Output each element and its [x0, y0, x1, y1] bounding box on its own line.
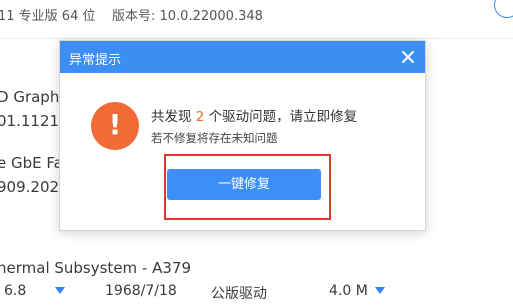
exclamation-icon: ! [91, 102, 139, 150]
divider [0, 38, 513, 39]
os-version-text: 版本号: 10.0.22000.348 [112, 9, 263, 24]
os-edition-text: 11 专业版 64 位 [0, 9, 96, 24]
driver-size: 4.0 M [329, 283, 368, 299]
version-dropdown-icon[interactable] [55, 287, 65, 294]
size-dropdown-icon[interactable] [375, 287, 385, 294]
driver-type: 公版驱动 [211, 286, 267, 302]
driver-date: 1968/7/18 [105, 283, 177, 299]
dialog-header: 异常提示 [60, 41, 425, 73]
device-name: e GbE Fa [0, 154, 63, 172]
close-icon[interactable] [401, 50, 415, 64]
exclamation-mark: ! [108, 108, 122, 141]
message-suffix: 个驱动问题，请立即修复 [204, 109, 358, 125]
dialog-title: 异常提示 [69, 53, 122, 68]
device-name: hermal Subsystem - A379 [0, 259, 191, 277]
issue-message: 共发现 2 个驱动问题，请立即修复 [151, 105, 357, 125]
corner-circle-icon [494, 0, 513, 18]
anomaly-dialog: 异常提示 ! 共发现 2 个驱动问题，请立即修复 若不修复将存在未知问题 一键修… [59, 40, 426, 231]
issue-sub-message: 若不修复将存在未知问题 [151, 131, 278, 145]
one-click-fix-button[interactable]: 一键修复 [167, 169, 321, 200]
device-version: 01.1121 [0, 112, 60, 130]
message-prefix: 共发现 [151, 109, 196, 125]
driver-version: 6.8 [4, 283, 27, 299]
